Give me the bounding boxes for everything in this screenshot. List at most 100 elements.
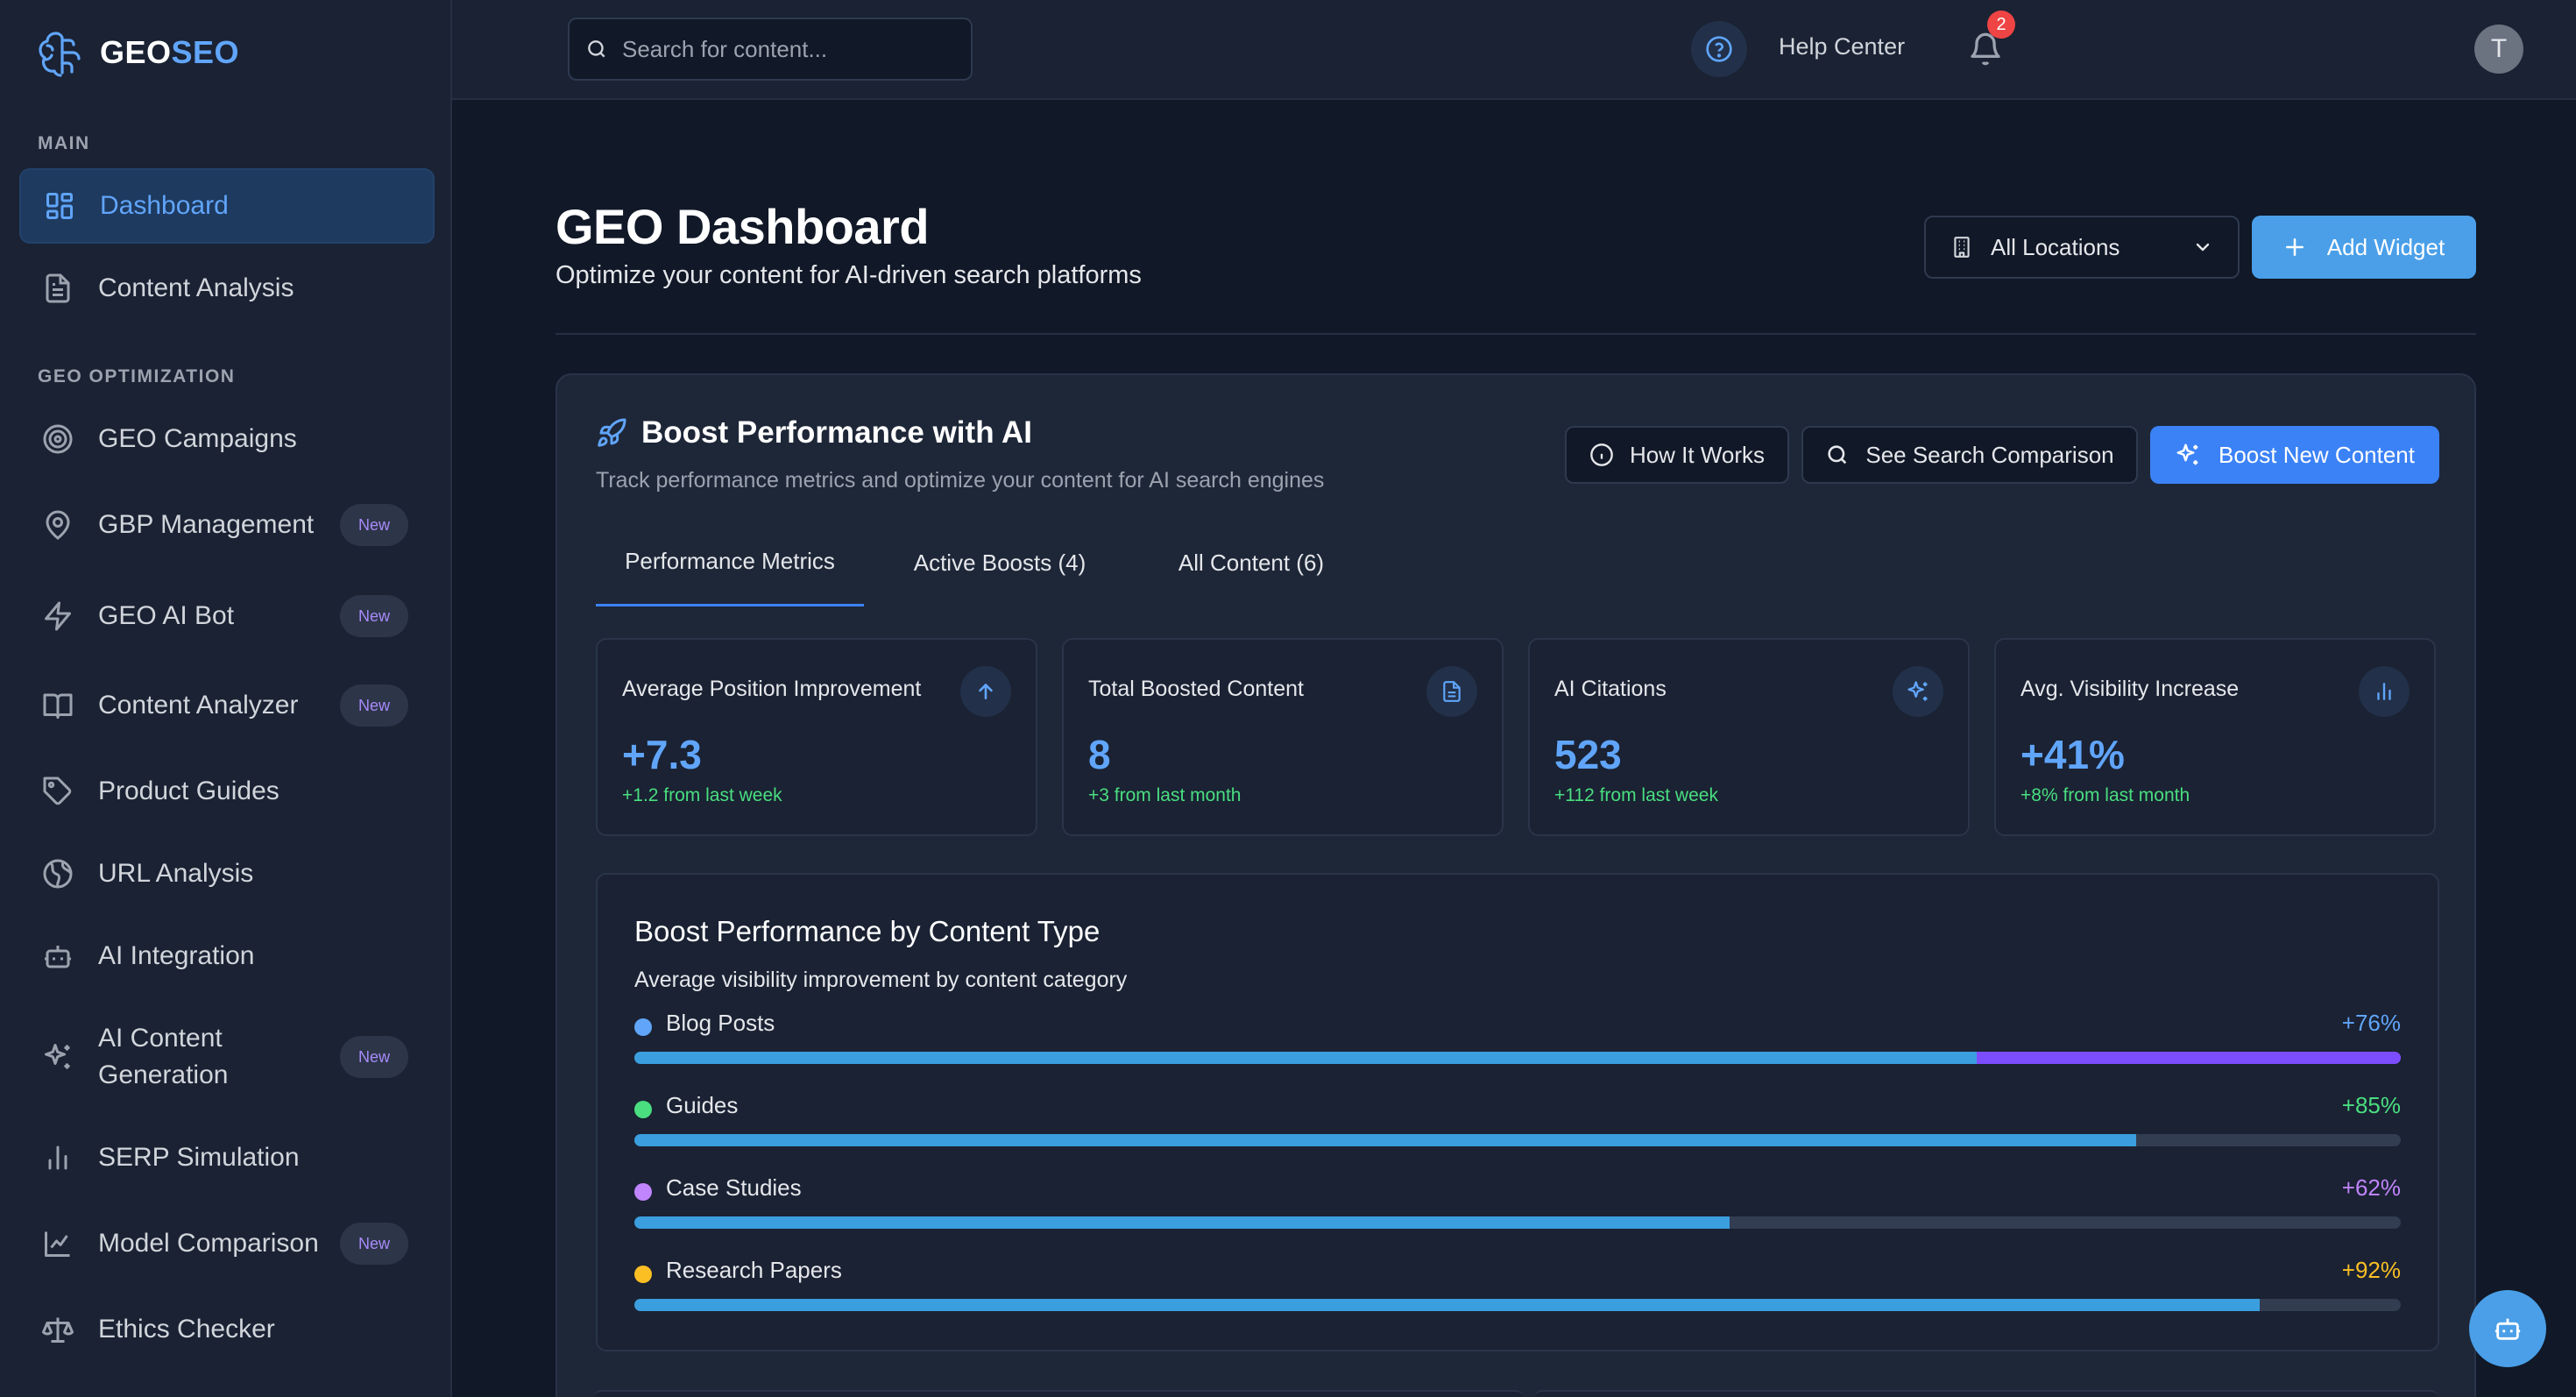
content-type-value: +85% [2341, 1092, 2401, 1118]
content-type-label: Case Studies [666, 1174, 802, 1201]
metric-card: Average Position Improvement +7.3 +1.2 f… [596, 638, 1037, 836]
rocket-icon [596, 417, 627, 449]
tab-performance-metrics[interactable]: Performance Metrics [596, 519, 864, 606]
next-card-top [594, 1390, 1523, 1397]
metric-delta: +1.2 from last week [622, 785, 782, 805]
bar-chart-icon [2359, 666, 2410, 717]
page-subtitle: Optimize your content for AI-driven sear… [556, 261, 1142, 289]
help-button[interactable] [1691, 21, 1747, 77]
sidebar-item-url-analysis[interactable]: URL Analysis [19, 836, 435, 911]
sidebar-item-product-guides[interactable]: Product Guides [19, 754, 435, 829]
content-type-row: Blog Posts +76% [634, 1010, 2401, 1064]
header-divider [556, 333, 2476, 335]
sidebar-item-geo-ai-bot[interactable]: GEO AI Bot New [19, 578, 435, 654]
chevron-down-icon [2192, 237, 2213, 258]
ai-assistant-button[interactable] [2469, 1290, 2546, 1367]
sidebar-item-model-comparison[interactable]: Model Comparison New [19, 1206, 435, 1281]
add-widget-button[interactable]: Add Widget [2252, 216, 2476, 279]
sidebar-item-content-analyzer[interactable]: Content Analyzer New [19, 668, 435, 743]
metric-delta: +112 from last week [1554, 785, 1718, 805]
building-icon [1950, 235, 1973, 259]
sidebar-item-label: Content Analysis [98, 273, 294, 302]
brain-logo-icon [37, 28, 84, 77]
content-type-value: +62% [2341, 1174, 2401, 1201]
line-chart-icon [42, 1228, 74, 1259]
progress-fill [634, 1216, 1730, 1229]
sidebar-item-serp-simulation[interactable]: SERP Simulation [19, 1120, 435, 1195]
sidebar-item-label: Ethics Checker [98, 1315, 275, 1344]
location-select[interactable]: All Locations [1924, 216, 2240, 279]
progress-track [634, 1216, 2401, 1229]
progress-track [634, 1299, 2401, 1311]
arrow-up-icon [960, 666, 1011, 717]
metric-value: +41% [2020, 732, 2125, 777]
tab-active-boosts[interactable]: Active Boosts (4) [864, 519, 1136, 606]
sidebar-item-gbp-management[interactable]: GBP Management New [19, 487, 435, 563]
metric-value: 523 [1554, 732, 1622, 777]
sidebar: GEOSEO MAIN Dashboard Content Analysis G… [0, 0, 452, 1397]
content-type-label: Research Papers [666, 1257, 842, 1283]
sidebar-item-geo-campaigns[interactable]: GEO Campaigns [19, 401, 435, 477]
how-it-works-button[interactable]: How It Works [1565, 426, 1789, 484]
content-type-value: +92% [2341, 1257, 2401, 1283]
sidebar-item-label: AI Content Generation [98, 1024, 229, 1089]
content-type-label: Blog Posts [666, 1010, 775, 1036]
location-select-value: All Locations [1991, 233, 2120, 260]
panel-title: Boost Performance with AI [596, 415, 1032, 450]
avatar[interactable]: T [2474, 25, 2523, 74]
sparkles-icon [42, 1041, 74, 1073]
target-icon [42, 423, 74, 455]
sidebar-item-label: URL Analysis [98, 859, 254, 888]
progress-fill [634, 1134, 2136, 1146]
see-search-comparison-button[interactable]: See Search Comparison [1801, 426, 2138, 484]
metric-card: AI Citations 523 +112 from last week [1528, 638, 1970, 836]
brand-logo[interactable]: GEOSEO [37, 28, 239, 77]
metric-label: Total Boosted Content [1088, 677, 1304, 701]
new-badge: New [340, 595, 408, 637]
boost-new-content-label: Boost New Content [2218, 441, 2415, 468]
progress-fill-secondary [1977, 1052, 2401, 1064]
legend-dot [634, 1266, 652, 1283]
metric-label: Avg. Visibility Increase [2020, 677, 2240, 701]
topbar [452, 0, 2576, 100]
content-type-label: Guides [666, 1092, 739, 1118]
sidebar-item-ai-integration[interactable]: AI Integration [19, 918, 435, 994]
help-icon [1705, 35, 1733, 63]
sparkles-icon [1893, 666, 1943, 717]
bar-chart-icon [42, 1142, 74, 1174]
tag-icon [42, 776, 74, 807]
help-center-link[interactable]: Help Center [1779, 33, 1905, 60]
plus-icon [2283, 236, 2306, 259]
add-widget-label: Add Widget [2326, 233, 2445, 260]
panel-subtitle: Track performance metrics and optimize y… [596, 468, 1325, 493]
next-card-top [1535, 1390, 2438, 1397]
search-box[interactable] [568, 18, 973, 81]
boost-performance-panel: Boost Performance with AI Track performa… [556, 373, 2476, 1397]
metric-label: Average Position Improvement [622, 677, 922, 701]
progress-fill [634, 1052, 1978, 1064]
sidebar-item-label: GEO Campaigns [98, 424, 297, 453]
sidebar-item-label: Dashboard [100, 191, 229, 220]
sidebar-item-dashboard[interactable]: Dashboard [19, 168, 435, 244]
breakdown-subtitle: Average visibility improvement by conten… [634, 968, 1128, 992]
content-type-value: +76% [2341, 1010, 2401, 1036]
sidebar-item-content-analysis[interactable]: Content Analysis [19, 251, 435, 326]
metric-delta: +3 from last month [1088, 785, 1242, 805]
legend-dot [634, 1183, 652, 1201]
section-label-geo: GEO OPTIMIZATION [38, 366, 236, 386]
sidebar-item-ethics-checker[interactable]: Ethics Checker [19, 1292, 435, 1367]
search-input[interactable] [622, 35, 955, 63]
brand-name-part1: GEO [100, 34, 172, 70]
metric-delta: +8% from last month [2020, 785, 2190, 805]
info-icon [1589, 443, 1614, 467]
tab-all-content[interactable]: All Content (6) [1136, 519, 1367, 606]
search-icon [585, 38, 608, 60]
brand-name-part2: SEO [171, 34, 240, 70]
boost-new-content-button[interactable]: Boost New Content [2150, 426, 2439, 484]
sidebar-item-label: AI Integration [98, 941, 255, 970]
content-type-row: Guides +85% [634, 1092, 2401, 1146]
progress-track [634, 1052, 2401, 1064]
notification-badge: 2 [1987, 11, 2015, 39]
map-pin-icon [42, 509, 74, 541]
sidebar-item-ai-content-generation[interactable]: AI Content Generation New [19, 1006, 435, 1108]
